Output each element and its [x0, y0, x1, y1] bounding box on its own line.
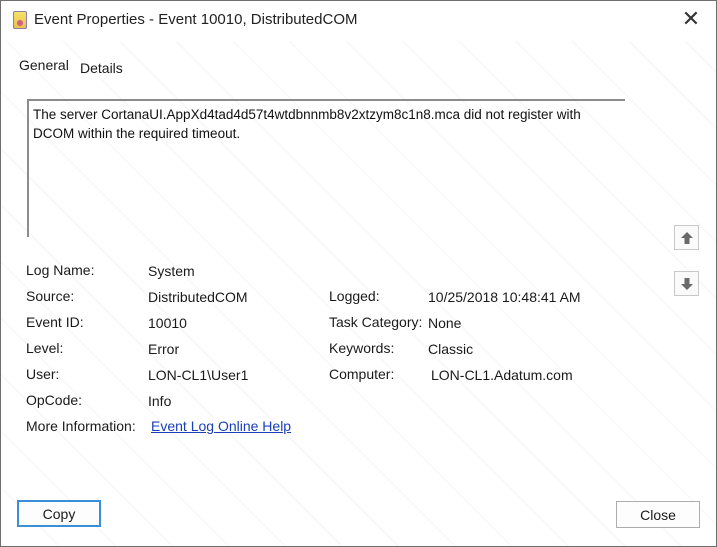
task-category-label: Task Category:: [329, 314, 423, 330]
event-id-label: Event ID:: [26, 314, 84, 330]
event-id-value: 10010: [148, 315, 187, 331]
tab-details[interactable]: Details: [80, 60, 123, 76]
description-line-1: The server CortanaUI.AppXd4tad4d57t4wtdb…: [33, 107, 581, 122]
keywords-value: Classic: [428, 341, 474, 357]
user-value: LON-CL1\User1: [148, 367, 249, 383]
computer-label: Computer:: [329, 366, 395, 382]
more-information-label: More Information:: [26, 418, 136, 434]
close-icon[interactable]: ✕: [680, 9, 702, 31]
copy-button[interactable]: Copy: [17, 500, 101, 527]
task-category-value: None: [428, 315, 462, 331]
tab-general[interactable]: General: [19, 57, 69, 73]
arrow-down-icon: [680, 277, 693, 290]
event-viewer-icon: [13, 11, 27, 29]
logged-value: 10/25/2018 10:48:41 AM: [428, 289, 581, 305]
arrow-up-icon: [680, 231, 693, 244]
keywords-label: Keywords:: [329, 340, 395, 356]
source-value: DistributedCOM: [148, 289, 248, 305]
source-label: Source:: [26, 288, 75, 304]
description-line-2: DCOM within the required timeout.: [33, 126, 241, 141]
previous-event-button[interactable]: [674, 225, 699, 250]
event-log-online-help-link[interactable]: Event Log Online Help: [151, 418, 291, 434]
event-description[interactable]: The server CortanaUI.AppXd4tad4d57t4wtdb…: [27, 99, 625, 237]
window-title: Event Properties - Event 10010, Distribu…: [34, 11, 358, 28]
level-label: Level:: [26, 340, 64, 356]
computer-value: LON-CL1.Adatum.com: [431, 367, 573, 383]
opcode-label: OpCode:: [26, 392, 83, 408]
title-bar: Event Properties - Event 10010, Distribu…: [1, 1, 716, 39]
next-event-button[interactable]: [674, 271, 699, 296]
user-label: User:: [26, 366, 60, 382]
logged-label: Logged:: [329, 288, 380, 304]
event-properties-window: Event Properties - Event 10010, Distribu…: [0, 0, 717, 547]
log-name-value: System: [148, 263, 195, 279]
close-button[interactable]: Close: [616, 501, 700, 528]
log-name-label: Log Name:: [26, 262, 95, 278]
level-value: Error: [148, 341, 180, 357]
opcode-value: Info: [148, 393, 172, 409]
